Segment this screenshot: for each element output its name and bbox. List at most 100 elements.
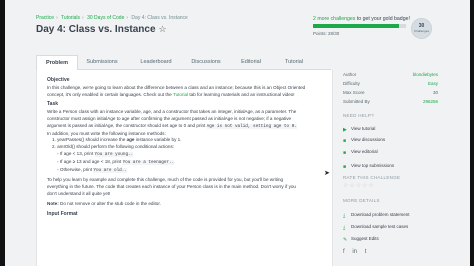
twitter-icon[interactable]: t	[365, 249, 367, 255]
tutorial-link[interactable]: Tutorial	[173, 92, 188, 97]
badge-label: Challenges	[413, 29, 429, 33]
condition-2-code: You are a teenager..	[122, 159, 175, 165]
view-tutorial-label: View tutorial	[351, 126, 376, 131]
objective-line-1: In this challenge, we're going to learn …	[47, 84, 306, 90]
letterbox-right	[470, 0, 474, 266]
breadcrumb-tutorials[interactable]: Tutorials	[61, 15, 80, 21]
view-tutorial-link[interactable]: ▶ View tutorial	[343, 126, 376, 133]
task-line-3-text: argument is passed as initialAge, the co…	[47, 122, 207, 128]
breadcrumb-practice[interactable]: Practice	[36, 15, 54, 21]
help-line-3: don't understand it all quite yet!	[47, 190, 111, 196]
download-test-cases-link[interactable]: ⤓ Download sample test cases	[343, 224, 408, 231]
download-statement-label: Download problem statement	[351, 212, 410, 217]
view-top-submissions-label: View top submissions	[351, 163, 395, 168]
tab-problem[interactable]: Problem	[36, 55, 78, 71]
condition-3-text: Otherwise, print	[59, 166, 94, 172]
help-line-1: To help you learn by example and complet…	[47, 177, 284, 183]
breadcrumb: Practice › Tutorials › 30 Days of Code › Da…	[36, 15, 188, 21]
meta-max-score: Max Score 30	[343, 90, 438, 95]
task-heading: Task	[47, 101, 59, 108]
suggest-edits-label: Suggest Edits	[351, 236, 379, 241]
objective-text-a: concept, it's only enabled in certain la…	[47, 91, 173, 97]
video-icon: ▶	[343, 127, 347, 133]
meta-difficulty-key: Difficulty	[343, 81, 360, 86]
meta-submitted-by-key: Submitted By	[343, 99, 370, 104]
condition-1-code: You are young..	[94, 151, 134, 157]
objective-line-2: concept, it's only enabled in certain la…	[47, 92, 325, 99]
objective-text-b: tab for learning materials and an instru…	[188, 91, 295, 97]
note-label: Note:	[47, 200, 59, 206]
tab-leaderboard[interactable]: Leaderboard	[134, 55, 178, 69]
meta-author: Author blondiebytes	[343, 72, 438, 77]
suggest-edits-link[interactable]: ✎ Suggest Edits	[343, 236, 379, 243]
condition-1: ◦ If age < 13, print You are young..	[57, 150, 134, 157]
view-discussions-label: View discussions	[351, 137, 386, 142]
edit-icon: ✎	[343, 237, 348, 243]
tab-editorial[interactable]: Editorial	[232, 55, 270, 69]
need-help-heading: NEED HELP?	[343, 113, 375, 118]
trophy-icon: ■	[343, 164, 347, 170]
meta-author-value[interactable]: blondiebytes	[413, 72, 438, 77]
tab-submissions[interactable]: Submissions	[80, 55, 124, 69]
tab-bar: Problem Submissions Leaderboard Discussi…	[36, 55, 331, 71]
method-1-a: 1. yearPasses() should increase the	[52, 137, 127, 143]
rate-heading: RATE THIS CHALLENGE	[343, 175, 401, 180]
rating-stars-icon[interactable]: ☆☆☆☆☆	[343, 182, 375, 189]
facebook-icon[interactable]: f	[343, 249, 345, 255]
meta-submitted-by-value: 296256	[422, 99, 438, 104]
meta-difficulty: Difficulty Easy	[343, 81, 438, 86]
note-line: Note: Do not remove or alter the stub co…	[47, 201, 325, 208]
method-1-c: instance variable by 1.	[134, 137, 182, 143]
help-line-2: everything in the future. The code that …	[47, 184, 296, 190]
condition-3: ◦ Otherwise, print You are old..	[57, 166, 127, 173]
meta-difficulty-value: Easy	[427, 81, 438, 86]
download-icon: ⤓	[343, 225, 346, 231]
mouse-cursor-icon: ➤	[324, 170, 330, 177]
task-line-2: constructor must assign initialAge to ag…	[47, 115, 292, 121]
view-discussions-link[interactable]: ■ View discussions	[343, 137, 386, 144]
breadcrumb-30-days[interactable]: 30 Days of Code	[87, 15, 124, 21]
linkedin-icon[interactable]: in	[352, 249, 357, 255]
download-statement-link[interactable]: ⤓ Download problem statement	[343, 212, 410, 219]
meta-max-score-key: Max Score	[343, 90, 365, 95]
badge-progress-bar	[313, 24, 406, 28]
bookmark-star-icon[interactable]: ☆	[159, 24, 167, 34]
meta-max-score-value: 30	[432, 90, 438, 95]
badge-message: 2 more challenges to get your gold badge…	[313, 16, 410, 22]
input-format-heading: Input Format	[47, 210, 78, 217]
task-line-3: argument is passed as initialAge, the co…	[47, 123, 325, 131]
page-title: Day 4: Class vs. Instance ☆	[36, 24, 167, 35]
badge-message-accent[interactable]: 2 more challenges	[313, 16, 355, 22]
condition-2: ◦ If age ≥ 13 and age < 18, print You ar…	[57, 158, 175, 165]
task-line-3-code: Age is not valid, setting age to 0.	[206, 123, 297, 129]
meta-submitted-by: Submitted By 296256	[343, 99, 438, 104]
condition-3-code: You are old..	[93, 167, 127, 173]
page-title-text: Day 4: Class vs. Instance	[36, 24, 156, 35]
task-line-4: In addition, you must write the followin…	[47, 130, 166, 136]
social-links: f in t	[343, 249, 372, 255]
note-text: Do not remove or alter the stub code in …	[58, 200, 161, 206]
condition-2-text: If age ≥ 13 and age < 18, print	[59, 158, 123, 164]
view-editorial-label: View editorial	[351, 149, 378, 154]
tab-tutorial[interactable]: Tutorial	[274, 55, 314, 69]
more-details-heading: MORE DETAILS	[343, 198, 380, 203]
download-icon: ⤓	[343, 213, 346, 219]
meta-author-key: Author	[343, 72, 357, 77]
condition-1-text: If age < 13, print	[59, 150, 95, 156]
chat-icon: ■	[343, 138, 347, 144]
problem-statement: Objective In this challenge, we're going…	[47, 77, 325, 218]
view-top-submissions-link[interactable]: ■ View top submissions	[343, 163, 395, 170]
method-2: 2. amIOld() should perform the following…	[52, 144, 175, 150]
view-editorial-link[interactable]: ■ View editorial	[343, 149, 378, 156]
points-text: Points: 28/30	[313, 31, 340, 36]
task-line-1: Write a Person class with an instance va…	[47, 109, 297, 115]
breadcrumb-current: Day 4: Class vs. Instance	[131, 15, 188, 21]
method-1: 1. yearPasses() should increase the age …	[47, 137, 325, 144]
badge-progress-fill	[313, 24, 400, 28]
tab-discussions[interactable]: Discussions	[184, 55, 228, 69]
badge-message-rest: to get your gold badge!	[355, 16, 410, 22]
screen: Practice › Tutorials › 30 Days of Code › Da…	[0, 0, 474, 266]
problem-panel: Objective In this challenge, we're going…	[36, 70, 333, 266]
badge-icon[interactable]: 30 Challenges	[411, 18, 432, 39]
editorial-icon: ■	[343, 150, 347, 156]
